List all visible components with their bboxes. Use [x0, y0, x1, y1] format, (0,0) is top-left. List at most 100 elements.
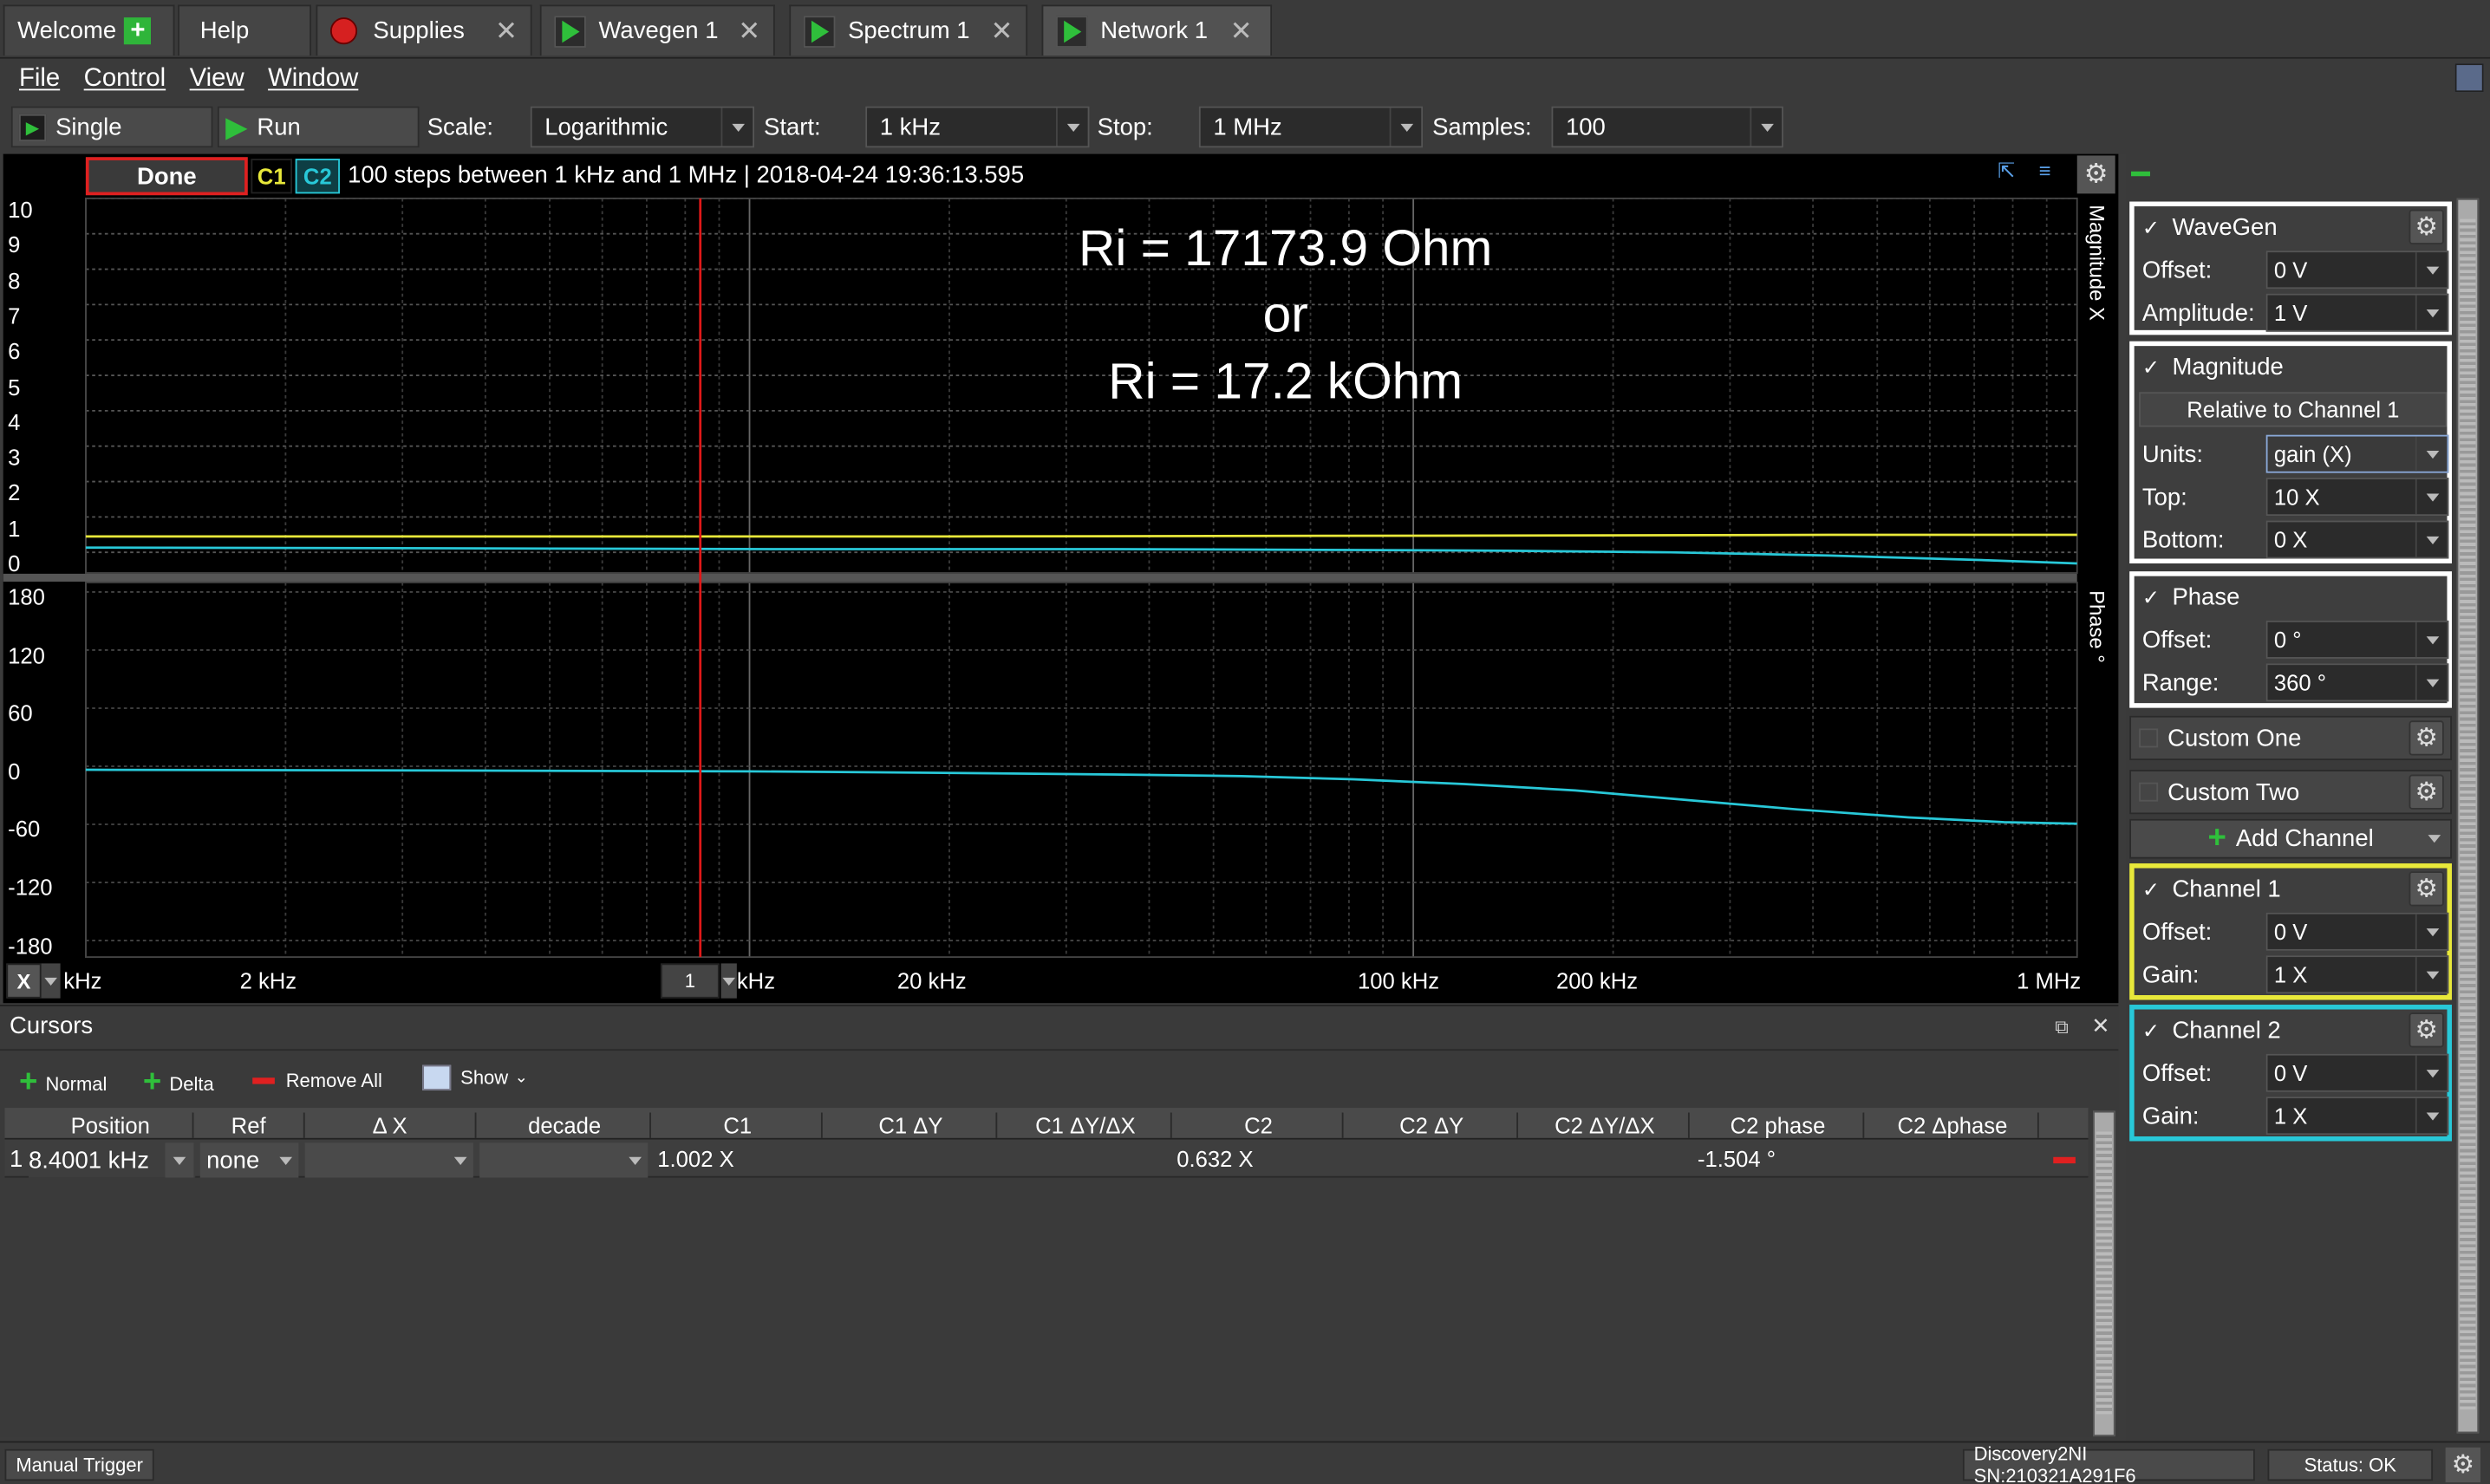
- gear-icon[interactable]: ⚙: [2409, 774, 2444, 810]
- menu-control[interactable]: Control: [84, 65, 166, 94]
- channel-1-title: Channel 1: [2172, 875, 2281, 903]
- check-icon[interactable]: ✓: [2142, 878, 2160, 901]
- chevron-down-icon: [1750, 107, 1782, 146]
- check-icon[interactable]: ✓: [2142, 1019, 2160, 1043]
- tab-help[interactable]: Help: [178, 4, 311, 56]
- normal-button[interactable]: + Normal: [19, 1065, 107, 1102]
- close-icon[interactable]: ✕: [2091, 1012, 2109, 1039]
- samples-select[interactable]: 100: [1551, 106, 1783, 148]
- stop-select[interactable]: 1 MHz: [1198, 106, 1424, 148]
- table-header-cell[interactable]: decade: [479, 1112, 651, 1138]
- units-select[interactable]: gain (X): [2265, 434, 2449, 473]
- gear-icon[interactable]: ⚙: [2409, 209, 2444, 244]
- phase-range-select[interactable]: 360 °: [2265, 663, 2449, 702]
- close-icon[interactable]: ✕: [990, 15, 1013, 47]
- table-header-cell[interactable]: C2 Δphase: [1868, 1112, 2039, 1138]
- channel-1-header[interactable]: ✓ Channel 1: [2142, 876, 2281, 903]
- checkbox[interactable]: [2139, 782, 2159, 802]
- chevron-down-icon[interactable]: [41, 963, 61, 999]
- x-tick: 1 MHz: [2017, 967, 2082, 994]
- float-icon[interactable]: ⧉: [2055, 1016, 2069, 1039]
- channel-2-offset-select[interactable]: 0 V: [2265, 1053, 2449, 1092]
- manual-trigger-button[interactable]: Manual Trigger: [4, 1448, 154, 1481]
- close-icon[interactable]: ✕: [738, 15, 760, 47]
- cursors-scrollbar[interactable]: [2093, 1110, 2115, 1437]
- gear-icon[interactable]: ⚙: [2409, 720, 2444, 756]
- chevron-down-icon[interactable]: [720, 963, 737, 999]
- table-header-cell[interactable]: C2: [1175, 1112, 1344, 1138]
- table-header-cell[interactable]: C1 ΔY/ΔX: [1001, 1112, 1172, 1138]
- table-header-cell[interactable]: Position: [29, 1112, 194, 1138]
- table-header-cell[interactable]: C2 ΔY: [1346, 1112, 1519, 1138]
- cursor-select-box[interactable]: 1: [660, 963, 720, 999]
- plot-area[interactable]: Done C1 C2 100 steps between 1 kHz and 1…: [3, 153, 2119, 1004]
- side-scrollbar[interactable]: [2456, 198, 2480, 1434]
- start-select[interactable]: 1 kHz: [865, 106, 1090, 148]
- remove-row-icon[interactable]: [2053, 1156, 2076, 1164]
- wavegen-offset-select[interactable]: 0 V: [2265, 251, 2449, 290]
- tab-network[interactable]: Network 1 ✕: [1041, 4, 1273, 56]
- x-axis-button[interactable]: X: [6, 963, 42, 999]
- phase-title: Phase: [2172, 583, 2240, 611]
- top-select[interactable]: 10 X: [2265, 478, 2449, 517]
- channel-1-gain-select[interactable]: 1 X: [2265, 955, 2449, 994]
- custom-one-row[interactable]: Custom One ⚙: [2129, 715, 2452, 761]
- annotation-line: or: [1262, 285, 1308, 343]
- wavegen-panel: ✓ WaveGen ⚙ Offset: 0 V Amplitude: 1 V: [2129, 201, 2452, 335]
- delta-button[interactable]: + Delta: [143, 1065, 214, 1102]
- add-tab-icon[interactable]: +: [124, 16, 152, 45]
- close-icon[interactable]: ✕: [495, 15, 518, 47]
- menu-file[interactable]: File: [19, 65, 60, 94]
- menu-view[interactable]: View: [190, 65, 244, 94]
- dock-icon[interactable]: [2454, 63, 2484, 93]
- menu-window[interactable]: Window: [268, 65, 358, 94]
- table-header-cell[interactable]: Δ X: [305, 1112, 477, 1138]
- chevron-down-icon: [2415, 665, 2448, 700]
- run-button[interactable]: ▶ Run: [217, 106, 420, 148]
- show-button[interactable]: Show ⌄: [422, 1064, 528, 1090]
- gear-icon[interactable]: ⚙: [2409, 1012, 2444, 1048]
- checkbox[interactable]: [2139, 728, 2159, 748]
- chevron-down-icon: [453, 1156, 467, 1165]
- magnitude-header[interactable]: ✓ Magnitude: [2142, 354, 2284, 381]
- wavegen-amplitude-select[interactable]: 1 V: [2265, 293, 2449, 332]
- table-header-cell[interactable]: Ref: [193, 1112, 305, 1138]
- channel-1-offset-select[interactable]: 0 V: [2265, 912, 2449, 951]
- collapse-icon[interactable]: [2131, 171, 2150, 177]
- gear-icon[interactable]: ⚙: [2409, 871, 2444, 907]
- table-header-cell[interactable]: C1: [655, 1112, 823, 1138]
- single-button[interactable]: ▶ Single: [10, 106, 213, 148]
- custom-two-row[interactable]: Custom Two ⚙: [2129, 770, 2452, 815]
- decade-select[interactable]: [479, 1142, 649, 1178]
- delta-x-select[interactable]: [304, 1142, 473, 1178]
- tab-wavegen[interactable]: Wavegen 1 ✕: [539, 4, 775, 56]
- tab-spectrum[interactable]: Spectrum 1 ✕: [789, 4, 1028, 56]
- menu-bar: File Control View Window: [0, 58, 2490, 101]
- close-icon[interactable]: ✕: [1230, 15, 1253, 47]
- channel-2-gain-select[interactable]: 1 X: [2265, 1097, 2449, 1136]
- scale-select[interactable]: Logarithmic: [530, 106, 755, 148]
- tab-supplies[interactable]: Supplies ✕: [316, 4, 532, 56]
- stop-label: Stop:: [1097, 114, 1153, 141]
- minus-icon: [252, 1077, 275, 1084]
- phase-header[interactable]: ✓ Phase: [2142, 584, 2240, 611]
- add-channel-button[interactable]: + Add Channel: [2129, 818, 2452, 859]
- gear-icon[interactable]: ⚙: [2445, 1447, 2480, 1483]
- remove-all-button[interactable]: Remove All: [252, 1070, 382, 1092]
- wavegen-header[interactable]: ✓ WaveGen: [2142, 214, 2278, 241]
- channel-2-header[interactable]: ✓ Channel 2: [2142, 1018, 2281, 1045]
- check-icon[interactable]: ✓: [2142, 216, 2160, 239]
- cursors-title: Cursors: [9, 1012, 94, 1040]
- check-icon[interactable]: ✓: [2142, 355, 2160, 379]
- bottom-select[interactable]: 0 X: [2265, 520, 2449, 559]
- phase-offset-select[interactable]: 0 °: [2265, 620, 2449, 659]
- tab-welcome[interactable]: Welcome +: [3, 4, 175, 56]
- ref-select[interactable]: none: [199, 1142, 299, 1178]
- table-header-cell[interactable]: C2 ΔY/ΔX: [1522, 1112, 1690, 1138]
- table-header-cell[interactable]: C1 ΔY: [825, 1112, 998, 1138]
- table-header-cell[interactable]: C2 phase: [1692, 1112, 1865, 1138]
- relative-to-channel-button[interactable]: Relative to Channel 1: [2139, 392, 2448, 427]
- range-label: Range:: [2141, 669, 2219, 697]
- check-icon[interactable]: ✓: [2142, 586, 2160, 609]
- chevron-down-icon[interactable]: [165, 1142, 194, 1178]
